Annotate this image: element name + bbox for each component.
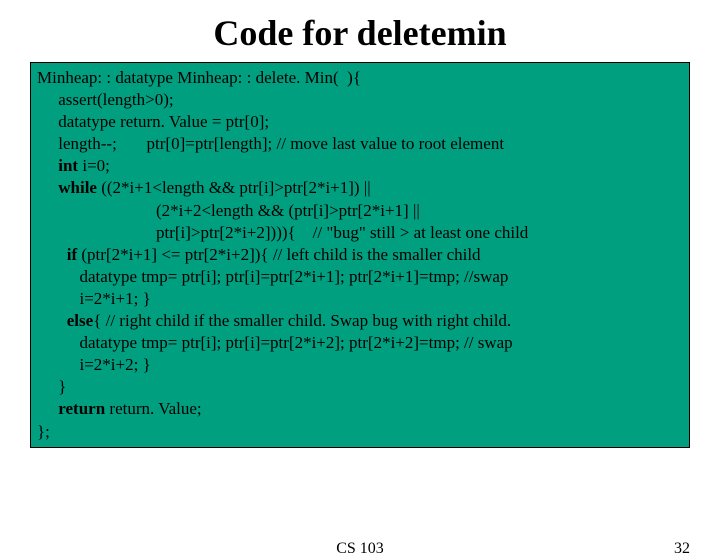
code-line: assert(length>0); (37, 89, 683, 111)
keyword-if: if (37, 245, 77, 264)
code-text: (ptr[2*i+1] <= ptr[2*i+2]){ // left chil… (77, 245, 480, 264)
code-line: while ((2*i+1<length && ptr[i]>ptr[2*i+1… (37, 177, 683, 199)
code-line: ptr[i]>ptr[2*i+2]))){ // "bug" still > a… (37, 222, 683, 244)
code-line: if (ptr[2*i+1] <= ptr[2*i+2]){ // left c… (37, 244, 683, 266)
keyword-return: return (37, 399, 105, 418)
code-text: { // right child if the smaller child. S… (93, 311, 511, 330)
code-line: i=2*i+1; } (37, 288, 683, 310)
keyword-while: while (37, 178, 97, 197)
code-line: datatype return. Value = ptr[0]; (37, 111, 683, 133)
code-line: return return. Value; (37, 398, 683, 420)
code-line: i=2*i+2; } (37, 354, 683, 376)
code-line: (2*i+2<length && (ptr[i]>ptr[2*i+1] || (37, 200, 683, 222)
code-text: i=0; (78, 156, 110, 175)
code-line: datatype tmp= ptr[i]; ptr[i]=ptr[2*i+2];… (37, 332, 683, 354)
code-line: length--; ptr[0]=ptr[length]; // move la… (37, 133, 683, 155)
footer-page-number: 32 (674, 540, 690, 558)
code-box: Minheap: : datatype Minheap: : delete. M… (30, 62, 690, 448)
slide: Code for deletemin Minheap: : datatype M… (0, 12, 720, 552)
code-line: int i=0; (37, 155, 683, 177)
code-text: return. Value; (105, 399, 201, 418)
slide-title: Code for deletemin (0, 12, 720, 54)
keyword-else: else (37, 311, 93, 330)
code-text: ((2*i+1<length && ptr[i]>ptr[2*i+1]) || (97, 178, 371, 197)
code-line: datatype tmp= ptr[i]; ptr[i]=ptr[2*i+1];… (37, 266, 683, 288)
code-line: }; (37, 421, 683, 443)
code-line: } (37, 376, 683, 398)
code-line: Minheap: : datatype Minheap: : delete. M… (37, 67, 683, 89)
footer-course: CS 103 (0, 540, 720, 558)
keyword-int: int (37, 156, 78, 175)
code-line: else{ // right child if the smaller chil… (37, 310, 683, 332)
